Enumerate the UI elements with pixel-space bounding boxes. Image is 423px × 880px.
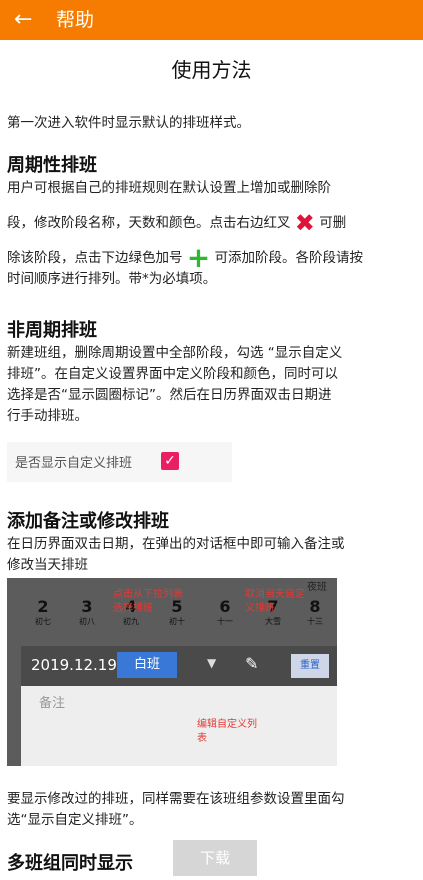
after-line1: 要显示修改过的排班，同样需要在该班组参数设置里面勾 [7, 791, 345, 807]
calendar-day: 2 初七 [35, 597, 51, 627]
nonperiodic-line4: 行手动排班。 [7, 408, 88, 424]
section-heading-notes: 添加备注或修改排班 [7, 511, 169, 532]
periodic-line2-tail: 可删 [319, 215, 347, 231]
periodic-line2: 段，修改阶段名称，天数和颜色。点击右边红叉 ✖ 可删 [7, 209, 419, 237]
annotation-reset: 取消当天自定义排班 [245, 589, 305, 614]
download-button[interactable]: 下载 [173, 840, 257, 876]
app-title: 帮助 [56, 9, 95, 31]
example-screenshot: 夜班 2 初七 3 初八 4 初九 5 初十 6 十一 7 大雪 8 十三 2019.12.1… [7, 578, 337, 766]
calendar-day: 6 十一 [217, 597, 233, 627]
periodic-line2-text: 段，修改阶段名称，天数和颜色。点击右边红叉 [7, 215, 291, 231]
green-plus-icon: + [186, 241, 211, 274]
periodic-line1: 用户可根据自己的排班规则在默认设置上增加或删除阶 [7, 180, 331, 196]
checkbox-checked-icon[interactable]: ✓ [161, 452, 179, 470]
note-input[interactable]: 备注 [21, 686, 337, 766]
periodic-line3: 除该阶段，点击下边绿色加号 + 可添加阶段。各阶段请按 [7, 241, 419, 274]
app-bar: ← 帮助 [0, 0, 423, 40]
checkbox-label: 是否显示自定义排班 [15, 456, 133, 471]
back-arrow-icon[interactable]: ← [14, 6, 32, 34]
periodic-line4: 时间顺序进行排列。带*为必填项。 [7, 271, 217, 287]
edit-dialog-bar: 2019.12.19 白班 ▼ ✎ 重置 [21, 646, 337, 686]
section-heading-multi: 多班组同时显示 [7, 853, 133, 874]
notes-line2: 修改当天排班 [7, 557, 88, 573]
annotation-edit: 编辑自定义列表 [197, 719, 257, 744]
intro-text: 第一次进入软件时显示默认的排班样式。 [7, 115, 250, 131]
section-heading-nonperiodic: 非周期排班 [7, 320, 97, 341]
section-heading-periodic: 周期性排班 [7, 155, 97, 176]
dropdown-arrow-icon[interactable]: ▼ [207, 656, 216, 670]
periodic-line3-tail: 可添加阶段。各阶段请按 [214, 250, 364, 266]
nonperiodic-line3: 选择是否“显示圆圈标记”。然后在日历界面双击日期进 [7, 387, 332, 403]
page-title: 使用方法 [171, 58, 252, 82]
shift-select[interactable]: 白班 [117, 652, 177, 678]
notes-line1: 在日历界面双击日期，在弹出的对话框中即可输入备注或 [7, 536, 345, 552]
calendar-day: 3 初八 [79, 597, 95, 627]
dialog-date: 2019.12.19 [31, 656, 117, 674]
after-line2: 选“显示自定义排班”。 [7, 812, 143, 828]
annotation-dropdown: 点击从下拉列表选择排班 [113, 589, 183, 614]
note-placeholder: 备注 [39, 696, 66, 711]
reset-button[interactable]: 重置 [291, 654, 329, 678]
night-shift-label: 夜班 [307, 582, 327, 593]
red-cross-icon: ✖ [294, 209, 315, 237]
pencil-icon[interactable]: ✎ [245, 654, 258, 673]
nonperiodic-line2: 排班”。在自定义设置界面中定义阶段和颜色，同时可以 [7, 366, 338, 382]
custom-schedule-checkbox-row[interactable]: 是否显示自定义排班 ✓ [7, 442, 232, 482]
nonperiodic-line1: 新建班组，删除周期设置中全部阶段，勾选 “显示自定义 [7, 345, 343, 361]
periodic-line3-text: 除该阶段，点击下边绿色加号 [7, 250, 183, 266]
